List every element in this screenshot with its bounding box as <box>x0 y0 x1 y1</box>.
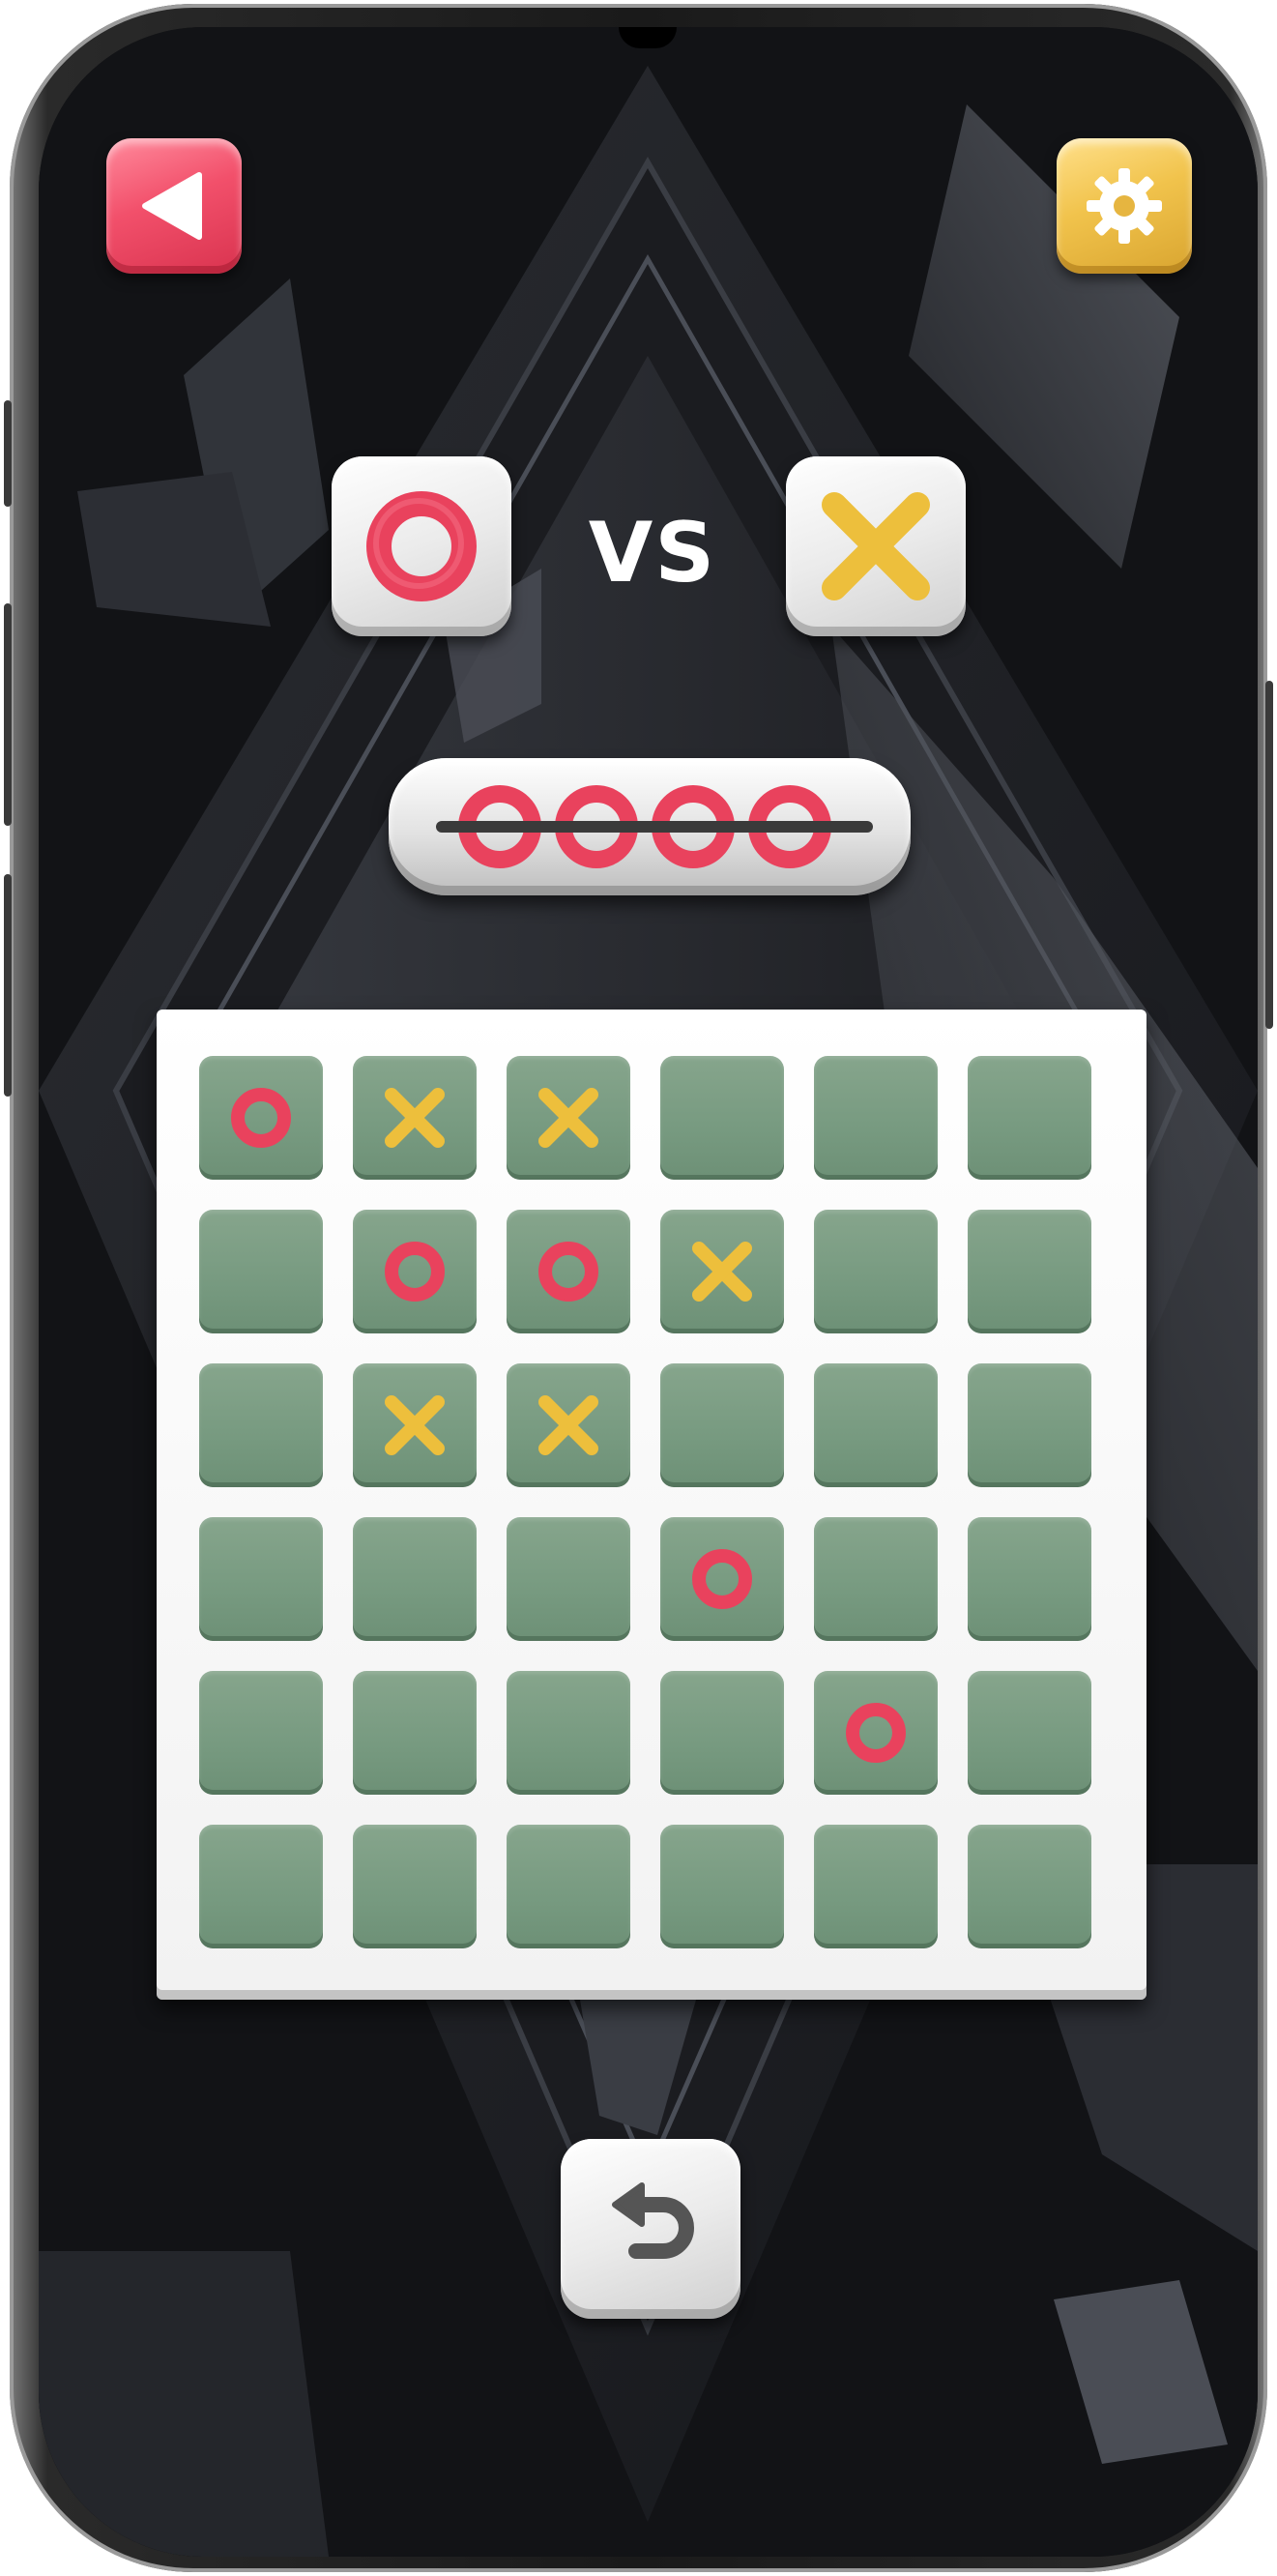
board-cell[interactable] <box>660 1363 784 1487</box>
win-condition-indicator <box>389 758 911 895</box>
cross-x-icon <box>385 1395 445 1455</box>
board-cell[interactable] <box>968 1210 1091 1333</box>
phone-frame: VS <box>4 4 1273 2572</box>
board-cell[interactable] <box>660 1671 784 1795</box>
board-cell[interactable] <box>507 1210 630 1333</box>
cross-x-icon <box>692 1242 752 1302</box>
board-cell[interactable] <box>199 1825 323 1948</box>
undo-arrow-icon <box>612 2182 694 2259</box>
board-cell[interactable] <box>507 1517 630 1641</box>
board-cell[interactable] <box>353 1210 477 1333</box>
board-cell[interactable] <box>814 1517 938 1641</box>
game-screen: VS <box>39 27 1258 2557</box>
back-triangle-icon <box>142 172 202 240</box>
back-button[interactable] <box>106 138 242 274</box>
board-cell[interactable] <box>199 1671 323 1795</box>
board-cell[interactable] <box>968 1517 1091 1641</box>
settings-button[interactable] <box>1057 138 1192 274</box>
board-cell[interactable] <box>199 1517 323 1641</box>
volume-down-button <box>4 874 12 1097</box>
ring-o-icon <box>366 491 477 601</box>
board-cell[interactable] <box>353 1056 477 1180</box>
cross-x-icon <box>538 1088 598 1148</box>
board-cell[interactable] <box>814 1210 938 1333</box>
versus-label: VS <box>588 505 717 601</box>
four-in-a-row-icon <box>436 785 873 868</box>
player-x-card <box>786 456 966 636</box>
board-cell[interactable] <box>814 1671 938 1795</box>
board-cell[interactable] <box>660 1825 784 1948</box>
cross-x-icon <box>822 492 930 600</box>
board-cell[interactable] <box>507 1825 630 1948</box>
mute-switch <box>4 400 12 507</box>
board-cell[interactable] <box>353 1671 477 1795</box>
ring-o-icon <box>846 1703 906 1763</box>
board-cell[interactable] <box>814 1825 938 1948</box>
board-grid <box>199 1056 1091 1948</box>
board-cell[interactable] <box>968 1056 1091 1180</box>
board-cell[interactable] <box>814 1056 938 1180</box>
power-button <box>1265 681 1273 1029</box>
player-o-card <box>332 456 511 636</box>
board-cell[interactable] <box>199 1363 323 1487</box>
board-cell[interactable] <box>660 1056 784 1180</box>
board-cell[interactable] <box>968 1825 1091 1948</box>
board-cell[interactable] <box>199 1056 323 1180</box>
board-cell[interactable] <box>353 1517 477 1641</box>
undo-button[interactable] <box>561 2139 740 2319</box>
ring-o-icon <box>538 1242 598 1302</box>
game-board <box>157 1010 1146 2000</box>
board-cell[interactable] <box>507 1671 630 1795</box>
board-cell[interactable] <box>660 1517 784 1641</box>
ring-o-icon <box>385 1242 445 1302</box>
board-cell[interactable] <box>968 1363 1091 1487</box>
board-cell[interactable] <box>507 1056 630 1180</box>
board-cell[interactable] <box>814 1363 938 1487</box>
board-cell[interactable] <box>660 1210 784 1333</box>
cross-x-icon <box>538 1395 598 1455</box>
board-cell[interactable] <box>353 1363 477 1487</box>
board-cell[interactable] <box>968 1671 1091 1795</box>
ring-o-icon <box>231 1088 291 1148</box>
volume-up-button <box>4 603 12 826</box>
board-cell[interactable] <box>353 1825 477 1948</box>
cross-x-icon <box>385 1088 445 1148</box>
gear-icon <box>1087 168 1162 244</box>
board-cell[interactable] <box>199 1210 323 1333</box>
board-cell[interactable] <box>507 1363 630 1487</box>
ring-o-icon <box>692 1549 752 1609</box>
